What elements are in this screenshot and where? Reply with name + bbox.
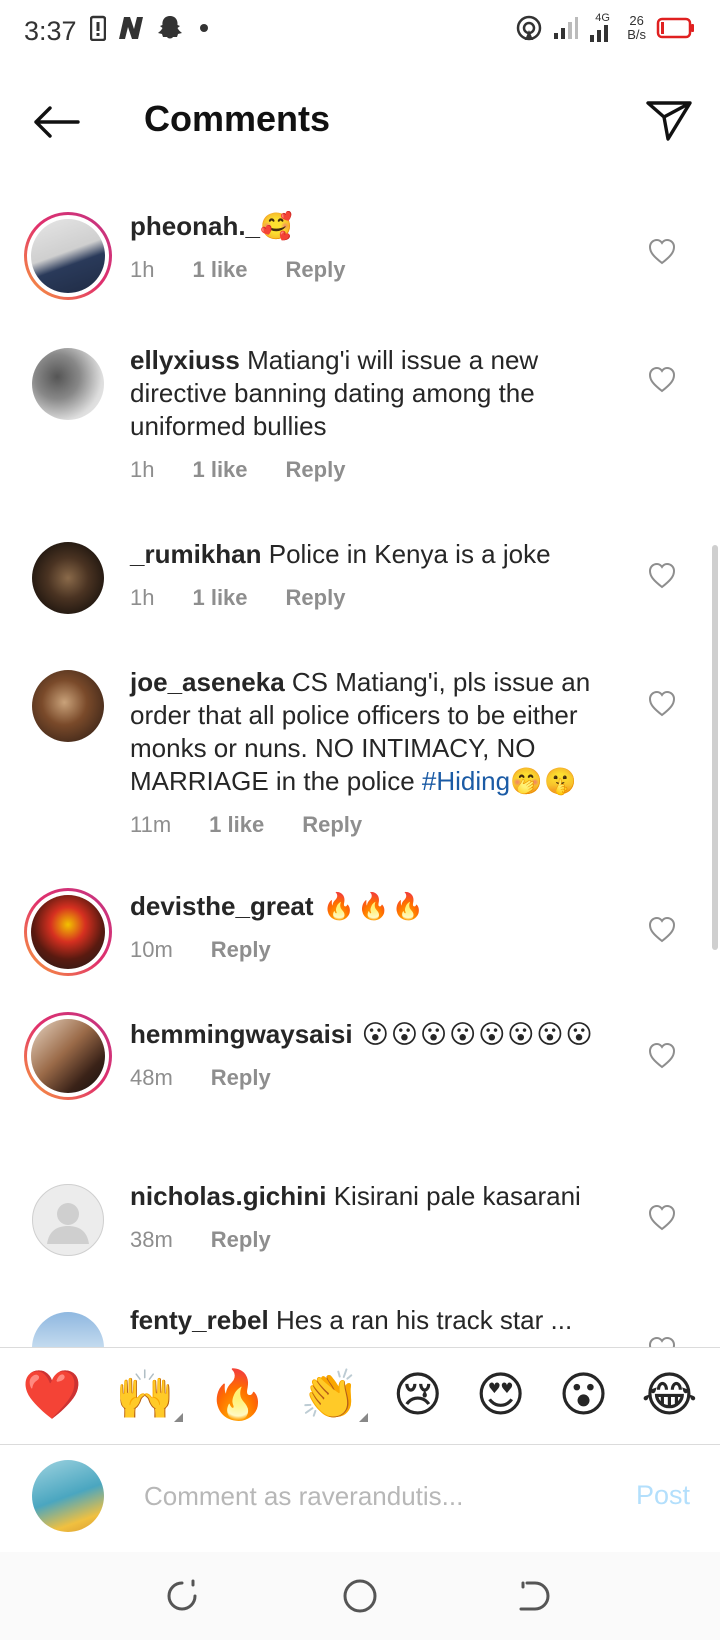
home-button[interactable] (338, 1574, 382, 1618)
avatar[interactable] (32, 1184, 104, 1256)
comment-likes[interactable]: 1 like (209, 808, 264, 841)
current-user-avatar (32, 1460, 104, 1532)
heart-icon[interactable] (648, 916, 676, 944)
header: Comments (0, 66, 720, 178)
avatar[interactable] (24, 888, 112, 976)
avatar[interactable] (32, 348, 104, 420)
emoji-crying-button[interactable]: 😢 (393, 1366, 443, 1426)
heart-icon[interactable] (648, 690, 676, 718)
comment-text: Police in Kenya is a joke (261, 539, 551, 569)
comment-username[interactable]: devisthe_great (130, 891, 314, 921)
hashtag-link[interactable]: #Hiding (422, 766, 510, 796)
avatar[interactable] (24, 1012, 112, 1100)
scrollbar[interactable] (712, 545, 718, 950)
comment-emojis: 🔥🔥🔥 (313, 891, 426, 921)
avatar[interactable] (32, 1312, 104, 1347)
comment-username[interactable]: fenty_rebel (130, 1305, 269, 1335)
skin-tone-indicator-icon (173, 1413, 183, 1422)
avatar[interactable] (32, 670, 104, 742)
comment-emojis: 😮😮😮😮😮😮😮😮 (352, 1019, 595, 1049)
signal-4g-icon: 4G (589, 12, 617, 42)
post-button[interactable]: Post (636, 1480, 690, 1511)
heart-icon[interactable] (648, 1336, 676, 1347)
reply-button[interactable]: Reply (286, 581, 346, 614)
share-button[interactable] (642, 94, 696, 148)
default-avatar-icon (32, 1184, 104, 1256)
emoji-raised-hands-button[interactable]: 🙌 (115, 1366, 183, 1426)
heart-icon[interactable] (648, 1042, 676, 1070)
reply-button[interactable]: Reply (211, 1061, 271, 1094)
heart-icon[interactable] (648, 1204, 676, 1232)
battery-alert-icon (90, 15, 106, 41)
comment-likes[interactable]: 1 like (192, 581, 247, 614)
skin-tone-indicator-icon (358, 1413, 368, 1422)
comment-time: 11m (130, 812, 172, 837)
signal-icon (554, 17, 579, 39)
emoji-fire-button[interactable]: 🔥 (208, 1366, 268, 1426)
emoji-surprised-button[interactable]: 😮 (559, 1366, 609, 1426)
back-button[interactable] (28, 96, 84, 148)
reply-button[interactable]: Reply (286, 453, 346, 486)
send-icon (646, 101, 692, 141)
dot-indicator-icon (200, 24, 208, 32)
comment-likes[interactable]: 1 like (192, 453, 247, 486)
comment-time: 48m (130, 1065, 173, 1090)
comment-composer: Post (0, 1446, 720, 1552)
comment-input[interactable] (144, 1472, 604, 1520)
comment-item: fenty_rebel Hes a ran his track star ... (0, 1300, 720, 1347)
reply-button[interactable]: Reply (211, 1223, 271, 1256)
arrow-left-icon (34, 106, 80, 138)
heart-icon[interactable] (648, 366, 676, 394)
status-time: 3:37 (24, 16, 77, 46)
comment-time: 1h (130, 457, 155, 482)
comment-time: 10m (130, 937, 173, 962)
snapchat-icon (158, 16, 182, 39)
comment-username[interactable]: nicholas.gichini (130, 1181, 326, 1211)
emoji-heart-eyes-button[interactable]: 😍 (476, 1366, 526, 1426)
reply-button[interactable]: Reply (211, 933, 271, 966)
app-notification-icon (119, 17, 143, 39)
comment-text: Kisirani pale kasarani (326, 1181, 581, 1211)
heart-icon[interactable] (648, 562, 676, 590)
emoji-clap-button[interactable]: 👏 (300, 1366, 368, 1426)
heart-icon[interactable] (648, 238, 676, 266)
avatar[interactable] (24, 212, 112, 300)
comment-text: Hes a ran his track star ... (268, 1305, 573, 1335)
comment-time: 38m (130, 1227, 173, 1252)
comment-emojis: 🤭🤫 (510, 766, 579, 796)
battery-low-icon (656, 17, 694, 39)
recent-apps-icon (167, 1579, 197, 1611)
avatar[interactable] (32, 542, 104, 614)
comment-username[interactable]: pheonah._ (130, 211, 260, 241)
comment-username[interactable]: ellyxiuss (130, 345, 240, 375)
back-nav-icon (519, 1581, 550, 1611)
emoji-reaction-bar: ❤️ 🙌 🔥 👏 😢 😍 😮 😂 (0, 1347, 720, 1445)
back-nav-button[interactable] (512, 1574, 556, 1618)
recent-apps-button[interactable] (160, 1574, 204, 1618)
emoji-heart-button[interactable]: ❤️ (22, 1366, 82, 1426)
comment-time: 1h (130, 585, 155, 610)
comment-username[interactable]: joe_aseneka (130, 667, 285, 697)
status-bar: 3:37 4G 26 B/s (0, 0, 720, 66)
comment-time: 1h (130, 257, 155, 282)
comment-username[interactable]: hemmingwaysaisi (130, 1019, 353, 1049)
comment-emojis: 🥰 (260, 211, 295, 241)
network-speed: 26 B/s (627, 13, 646, 42)
reply-button[interactable]: Reply (302, 808, 362, 841)
comment-likes[interactable]: 1 like (192, 253, 247, 286)
emoji-laughing-button[interactable]: 😂 (641, 1366, 697, 1426)
page-title: Comments (144, 98, 331, 139)
reply-button[interactable]: Reply (286, 253, 346, 286)
hotspot-icon (516, 15, 542, 41)
system-nav-bar (0, 1552, 720, 1640)
home-circle-icon (343, 1579, 377, 1613)
comment-username[interactable]: _rumikhan (130, 539, 262, 569)
